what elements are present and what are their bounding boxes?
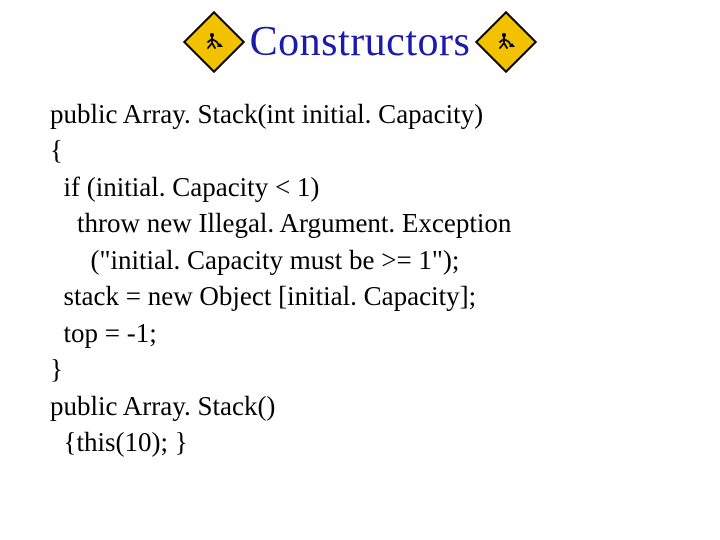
code-line: throw new Illegal. Argument. Exception [50, 208, 511, 238]
construction-sign-icon [475, 11, 537, 73]
code-line: } [50, 354, 63, 384]
code-line: if (initial. Capacity < 1) [50, 172, 319, 202]
code-block: public Array. Stack(int initial. Capacit… [0, 66, 720, 460]
slide: Constructors public Array. Stack(int ini… [0, 0, 720, 540]
code-line: {this(10); } [50, 427, 188, 457]
title-row: Constructors [0, 0, 720, 66]
code-line: public Array. Stack() [50, 391, 275, 421]
digger-icon [486, 22, 526, 62]
code-line: top = -1; [50, 318, 157, 348]
slide-title: Constructors [250, 18, 471, 66]
code-line: ("initial. Capacity must be >= 1"); [50, 245, 459, 275]
digger-icon [194, 22, 234, 62]
code-line: public Array. Stack(int initial. Capacit… [50, 99, 483, 129]
code-line: stack = new Object [initial. Capacity]; [50, 281, 476, 311]
code-line: { [50, 135, 63, 165]
construction-sign-icon [183, 11, 245, 73]
